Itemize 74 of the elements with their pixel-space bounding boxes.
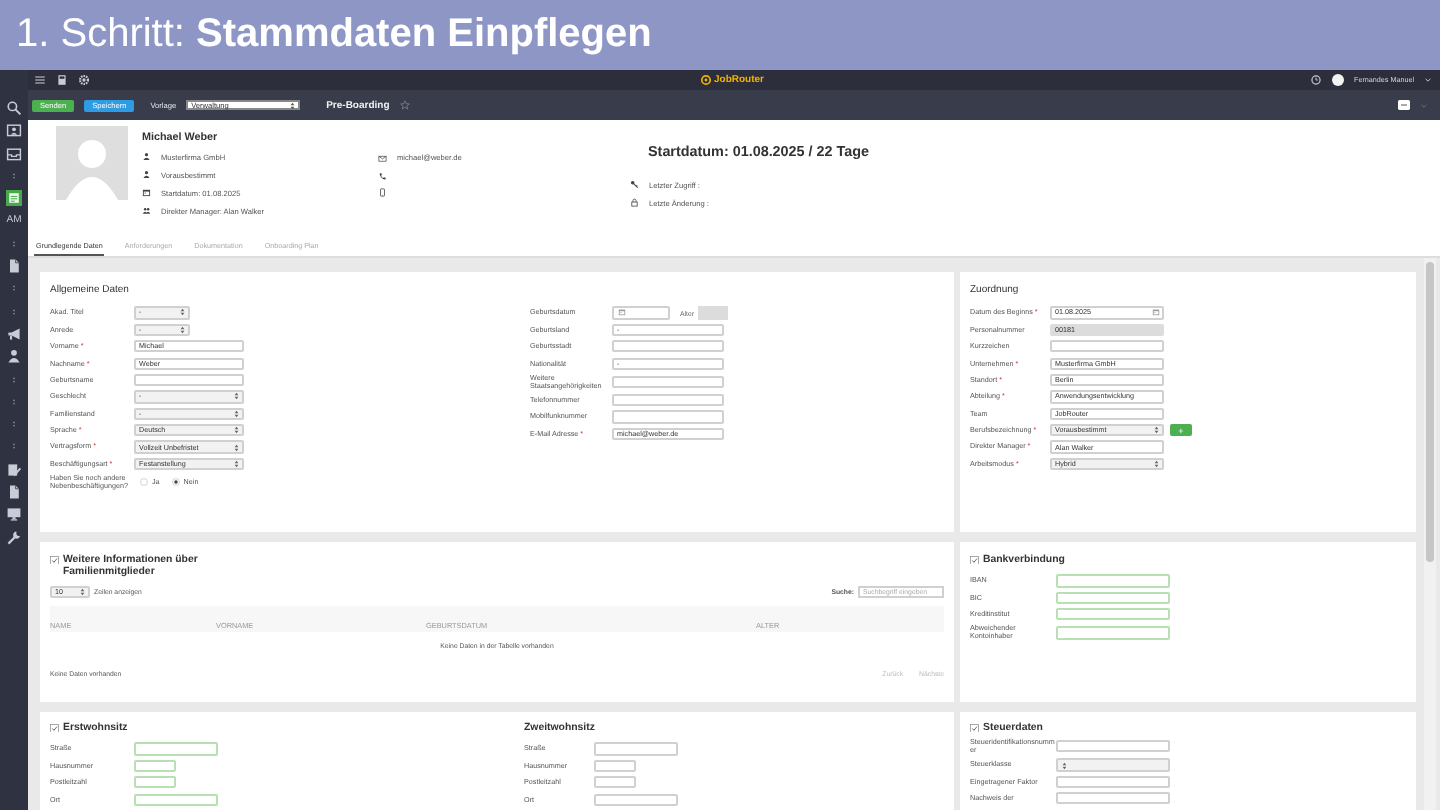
age-field (697, 306, 728, 320)
people-icon (142, 206, 151, 216)
updown-icon (234, 426, 239, 435)
lock-icon (630, 198, 639, 208)
user-avatar[interactable] (1332, 74, 1345, 86)
text-field[interactable] (612, 340, 724, 353)
text-field[interactable] (612, 393, 724, 407)
phone-icon (378, 171, 387, 180)
date-field[interactable] (612, 306, 670, 320)
calendar-icon (142, 188, 151, 198)
radio-button[interactable] (140, 478, 148, 487)
person-icon[interactable] (6, 348, 22, 365)
text-field[interactable] (134, 373, 244, 387)
calendar-icon (617, 308, 625, 317)
mail-icon (378, 154, 387, 163)
checkbox[interactable] (970, 723, 979, 732)
text-field[interactable] (134, 776, 176, 789)
updown-icon (234, 443, 239, 452)
updown-icon (1154, 460, 1159, 468)
updown-icon (234, 392, 239, 401)
text-field[interactable] (594, 793, 678, 806)
updown-icon (180, 325, 185, 334)
scrollbar[interactable] (1424, 258, 1436, 810)
text-field[interactable] (594, 759, 636, 773)
radio-button[interactable] (171, 478, 180, 487)
updown-icon (234, 409, 239, 418)
app-icon[interactable] (6, 190, 22, 207)
checkbox[interactable] (50, 555, 59, 564)
updown-icon (234, 460, 239, 468)
monitor-icon[interactable] (6, 506, 22, 523)
text-field[interactable] (1056, 792, 1170, 805)
dropdown[interactable] (1056, 758, 1170, 772)
text-field[interactable] (1056, 740, 1170, 753)
menu-icon[interactable] (34, 74, 46, 86)
step-title: 1. Schritt: Stammdaten Einpflegen (16, 12, 652, 58)
wrench-icon[interactable] (6, 529, 22, 546)
logo-icon (700, 74, 712, 86)
checkbox[interactable] (50, 723, 59, 732)
person-icon (142, 152, 151, 162)
text-field[interactable] (134, 742, 218, 756)
updown-icon (1154, 426, 1159, 435)
key-icon (630, 180, 639, 190)
text-field[interactable] (134, 759, 176, 773)
text-field[interactable] (594, 742, 678, 756)
text-field[interactable] (594, 776, 636, 789)
mobile-icon (378, 188, 387, 197)
settings-icon[interactable] (78, 74, 90, 86)
star-icon[interactable] (399, 100, 410, 110)
card-icon[interactable] (6, 122, 22, 139)
text-field[interactable] (612, 410, 724, 424)
text-field[interactable] (1050, 340, 1164, 353)
search-icon[interactable] (6, 100, 22, 116)
text-field[interactable] (1056, 775, 1170, 789)
checkbox[interactable] (970, 555, 979, 564)
person-icon (142, 170, 151, 180)
text-field[interactable] (1056, 626, 1170, 640)
updown-icon (80, 588, 85, 597)
text-field[interactable] (1056, 574, 1170, 588)
doc-icon[interactable] (6, 484, 22, 501)
calendar-icon (1151, 308, 1159, 317)
text-field[interactable] (612, 375, 724, 389)
tray-icon[interactable] (6, 145, 22, 162)
text-field[interactable] (1056, 608, 1170, 621)
text-field[interactable] (1056, 591, 1170, 605)
updown-icon (180, 308, 185, 317)
edit-icon[interactable] (6, 461, 22, 478)
text-field[interactable] (134, 793, 218, 806)
updown-icon (290, 101, 296, 109)
doc-icon[interactable] (6, 258, 22, 275)
avatar-placeholder (56, 126, 128, 200)
clock-icon[interactable] (1310, 74, 1323, 86)
collapse-button[interactable] (1398, 100, 1410, 110)
updown-icon (1061, 761, 1066, 769)
megaphone-icon[interactable] (6, 325, 22, 342)
